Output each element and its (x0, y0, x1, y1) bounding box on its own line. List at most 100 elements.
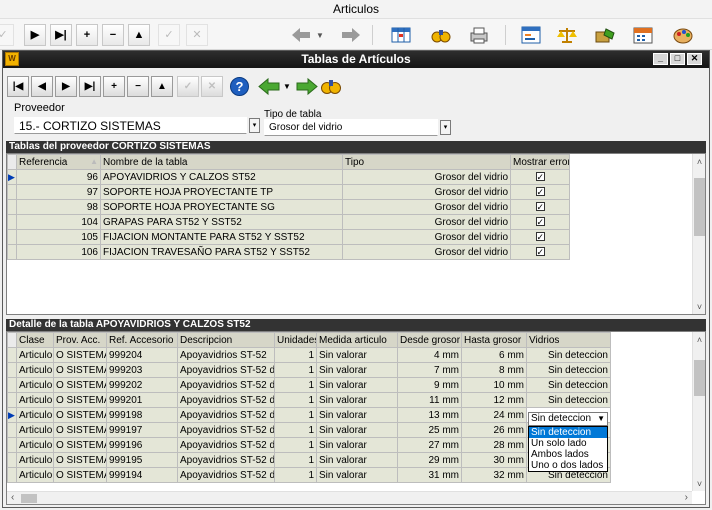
cell-tipo[interactable]: Grosor del vidrio (342, 244, 511, 260)
cell-ref[interactable]: 999204 (106, 347, 178, 363)
cell-prov[interactable]: O SISTEMAS (53, 362, 107, 378)
cell-desde[interactable]: 11 mm (397, 392, 462, 408)
col-unidades[interactable]: Unidades (274, 332, 317, 348)
mostrar-error-checkbox[interactable]: ✓ (535, 186, 545, 196)
cell-clase[interactable]: Articulo (16, 437, 54, 453)
scroll-down-icon[interactable]: ˅ (693, 302, 705, 312)
cell-nombre[interactable]: GRAPAS PARA ST52 Y SST52 (100, 214, 343, 230)
table-row[interactable]: Articulo O SISTEMAS 999203 Apoyavidrios … (7, 362, 611, 378)
cell-ref[interactable]: 999197 (106, 422, 178, 438)
cell-prov[interactable]: O SISTEMAS (53, 452, 107, 468)
minimize-button[interactable]: _ (653, 53, 668, 65)
first-record-button[interactable]: |◀ (7, 76, 29, 97)
table-row[interactable]: Articulo O SISTEMAS 999202 Apoyavidrios … (7, 377, 611, 393)
last-record-button[interactable]: ▶| (79, 76, 101, 97)
table-row[interactable]: Articulo O SISTEMAS 999196 Apoyavidrios … (7, 437, 611, 453)
cell-nombre[interactable]: FIJACION MONTANTE PARA ST52 Y SST52 (100, 229, 343, 245)
option-un-solo-lado[interactable]: Un solo lado (529, 438, 607, 449)
cell-nombre[interactable]: SOPORTE HOJA PROYECTANTE SG (100, 199, 343, 215)
table-row[interactable]: 104 GRAPAS PARA ST52 Y SST52 Grosor del … (7, 214, 570, 230)
cell-desc[interactable]: Apoyavidrios ST-52 de 4 (177, 467, 275, 483)
cell-ref[interactable]: 999203 (106, 362, 178, 378)
palette-icon[interactable] (672, 25, 694, 45)
binoculars-icon[interactable] (430, 25, 452, 45)
cell-clase[interactable]: Articulo (16, 362, 54, 378)
help-icon[interactable]: ? (229, 76, 250, 97)
history-dropdown-icon[interactable]: ▼ (316, 31, 324, 40)
post-button[interactable]: ✓ (177, 76, 199, 97)
mostrar-error-checkbox[interactable]: ✓ (535, 201, 545, 211)
cell-desde[interactable]: 13 mm (397, 407, 462, 423)
close-button[interactable]: ✕ (687, 53, 702, 65)
cancel-button[interactable]: ✕ (186, 24, 208, 46)
cell-nombre[interactable]: APOYAVIDRIOS Y CALZOS ST52 (100, 169, 343, 185)
back-green-arrow-icon[interactable] (257, 76, 281, 97)
cell-medida[interactable]: Sin valorar (316, 452, 398, 468)
last-record-button[interactable]: ▶| (50, 24, 72, 46)
cell-referencia[interactable]: 106 (16, 244, 101, 260)
table-row[interactable]: 98 SOPORTE HOJA PROYECTANTE SG Grosor de… (7, 199, 570, 215)
cell-tipo[interactable]: Grosor del vidrio (342, 169, 511, 185)
cell-desc[interactable]: Apoyavidrios ST-52 de 3 (177, 422, 275, 438)
cell-hasta[interactable]: 6 mm (461, 347, 527, 363)
vidrios-combo[interactable]: Sin deteccion ▼ (528, 412, 608, 426)
table-row[interactable]: 97 SOPORTE HOJA PROYECTANTE TP Grosor de… (7, 184, 570, 200)
option-ambos-lados[interactable]: Ambos lados (529, 449, 607, 460)
option-sin-deteccion[interactable]: Sin deteccion (529, 427, 607, 438)
cell-clase[interactable]: Articulo (16, 377, 54, 393)
cell-ref[interactable]: 999195 (106, 452, 178, 468)
cell-hasta[interactable]: 24 mm (461, 407, 527, 423)
cell-desde[interactable]: 31 mm (397, 467, 462, 483)
col-tipo[interactable]: Tipo (342, 154, 511, 170)
cell-prov[interactable]: O SISTEMAS (53, 392, 107, 408)
mostrar-error-checkbox[interactable]: ✓ (535, 171, 545, 181)
cell-unidades[interactable]: 1 (274, 377, 317, 393)
cell-unidades[interactable]: 1 (274, 407, 317, 423)
cell-unidades[interactable]: 1 (274, 362, 317, 378)
binoculars-icon[interactable] (319, 76, 343, 97)
back-arrow-icon[interactable] (290, 25, 312, 45)
cell-desc[interactable]: Apoyavidrios ST-52 de 3 (177, 437, 275, 453)
delete-record-button[interactable]: − (102, 24, 124, 46)
cell-tipo[interactable]: Grosor del vidrio (342, 184, 511, 200)
add-record-button[interactable]: + (76, 24, 98, 46)
cell-unidades[interactable]: 1 (274, 392, 317, 408)
scroll-left-icon[interactable]: ‹ (11, 492, 14, 503)
cell-desc[interactable]: Apoyavidrios ST-52 de 3 (177, 452, 275, 468)
history-dropdown-icon[interactable]: ▼ (283, 82, 291, 91)
cell-prov[interactable]: O SISTEMAS (53, 467, 107, 483)
cell-medida[interactable]: Sin valorar (316, 407, 398, 423)
col-prov-acc[interactable]: Prov. Acc. (53, 332, 107, 348)
cell-prov[interactable]: O SISTEMAS (53, 407, 107, 423)
cell-vidrios[interactable]: Sin deteccion (526, 377, 611, 393)
cell-desde[interactable]: 4 mm (397, 347, 462, 363)
confirm-button[interactable]: ✓ (158, 24, 180, 46)
cell-nombre[interactable]: SOPORTE HOJA PROYECTANTE TP (100, 184, 343, 200)
next-record-button[interactable]: ▶ (24, 24, 46, 46)
table-row[interactable]: Articulo O SISTEMAS 999197 Apoyavidrios … (7, 422, 611, 438)
cell-referencia[interactable]: 104 (16, 214, 101, 230)
scroll-up-icon[interactable]: ˄ (693, 335, 705, 345)
cell-desde[interactable]: 9 mm (397, 377, 462, 393)
cell-tipo[interactable]: Grosor del vidrio (342, 229, 511, 245)
cell-desc[interactable]: Apoyavidrios ST-52 de 3 (177, 407, 275, 423)
cell-vidrios[interactable]: Sin deteccion (526, 362, 611, 378)
cell-referencia[interactable]: 97 (16, 184, 101, 200)
cell-hasta[interactable]: 28 mm (461, 437, 527, 453)
col-vidrios[interactable]: Vidrios (526, 332, 611, 348)
table-row[interactable]: 105 FIJACION MONTANTE PARA ST52 Y SST52 … (7, 229, 570, 245)
cell-ref[interactable]: 999194 (106, 467, 178, 483)
cell-desde[interactable]: 27 mm (397, 437, 462, 453)
cell-medida[interactable]: Sin valorar (316, 377, 398, 393)
scales-icon[interactable] (556, 25, 578, 45)
cell-medida[interactable]: Sin valorar (316, 347, 398, 363)
col-medida-articulo[interactable]: Medida articulo (316, 332, 398, 348)
delete-record-button[interactable]: − (127, 76, 149, 97)
cell-unidades[interactable]: 1 (274, 467, 317, 483)
mostrar-error-checkbox[interactable]: ✓ (535, 231, 545, 241)
proveedor-field[interactable]: 15.- CORTIZO SISTEMAS (14, 117, 247, 134)
cell-unidades[interactable]: 1 (274, 437, 317, 453)
scroll-down-icon[interactable]: ˅ (693, 479, 705, 489)
cell-ref[interactable]: 999196 (106, 437, 178, 453)
cell-clase[interactable]: Articulo (16, 467, 54, 483)
